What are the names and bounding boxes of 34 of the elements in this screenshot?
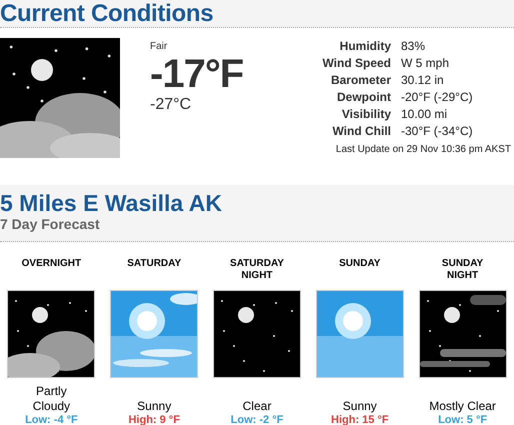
location-title: 5 Miles E Wasilla AK xyxy=(0,191,223,215)
forecast-temperature: High: 15 °F xyxy=(331,414,389,425)
forecast-temperature: High: 9 °F xyxy=(128,414,180,425)
last-update-text: Last Update on 29 Nov 10:36 pm AKST xyxy=(336,144,511,155)
detail-label: Humidity xyxy=(338,38,391,54)
period-name: SUNDAY xyxy=(338,258,382,271)
forecast-subtitle: 7 Day Forecast xyxy=(0,215,101,233)
forecast-condition: Partly Cloudy xyxy=(32,384,72,414)
section-title: Current Conditions xyxy=(0,0,214,27)
detail-label: Wind Chill xyxy=(331,123,391,139)
period-name: SATURDAY xyxy=(126,258,182,271)
condition-text: Fair xyxy=(150,41,168,52)
detail-label: Barometer xyxy=(330,72,391,88)
detail-value: -30°F (-34°C) xyxy=(401,123,474,139)
detail-value: -20°F (-29°C) xyxy=(401,89,474,105)
forecast-temperature: Low: -2 °F xyxy=(230,414,284,425)
period-name: OVERNIGHT xyxy=(20,258,82,271)
detail-value: W 5 mph xyxy=(401,55,450,71)
detail-label: Dewpoint xyxy=(336,89,391,105)
detail-value: 10.00 mi xyxy=(401,106,448,122)
detail-label: Wind Speed xyxy=(322,55,391,71)
period-name: SATURDAY NIGHT xyxy=(229,258,285,283)
forecast-condition: Clear xyxy=(242,398,272,414)
period-name: SUNDAY NIGHT xyxy=(440,258,484,283)
forecast-condition: Sunny xyxy=(342,398,378,414)
detail-value: 83% xyxy=(401,38,426,54)
detail-label: Visibility xyxy=(340,106,391,122)
forecast-temperature: Low: 5 °F xyxy=(438,414,488,425)
forecast-condition: Mostly Clear xyxy=(428,398,497,414)
detail-value: 30.12 in xyxy=(401,72,445,88)
forecast-condition: Sunny xyxy=(136,398,172,414)
temperature-c: -27°C xyxy=(150,96,192,114)
temperature-f: -17°F xyxy=(150,52,244,96)
forecast-temperature: Low: -4 °F xyxy=(25,414,78,425)
